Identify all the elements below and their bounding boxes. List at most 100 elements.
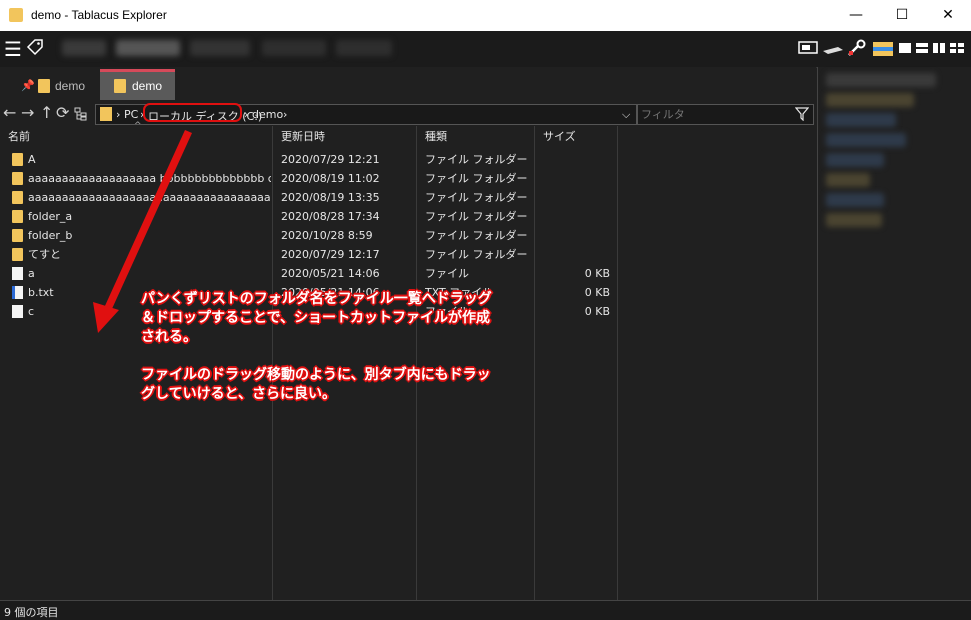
file-date: 2020/08/19 13:35	[281, 191, 380, 204]
forward-arrow-icon[interactable]: →	[21, 104, 34, 122]
blurred-menu-item[interactable]	[336, 40, 392, 56]
pen-icon[interactable]	[822, 39, 844, 57]
file-row[interactable]: aaaaaaaaaaaaaaaaaaaaaaaaaaaaaaaaaaaaaabb…	[0, 188, 620, 207]
breadcrumb-highlight-circle	[143, 103, 242, 122]
close-button[interactable]: ✕	[925, 0, 971, 31]
file-row[interactable]: A 2020/07/29 12:21 ファイル フォルダー	[0, 150, 620, 169]
maximize-button[interactable]: ☐	[879, 0, 925, 31]
tree-item[interactable]	[826, 213, 882, 227]
wrench-icon[interactable]	[846, 39, 868, 57]
file-type: ファイル フォルダー	[425, 153, 528, 166]
file-date: 2020/10/28 8:59	[281, 229, 373, 242]
back-arrow-icon[interactable]: ←	[3, 104, 16, 122]
column-header-type[interactable]: 種類	[417, 126, 535, 148]
file-type: ファイル	[425, 267, 469, 280]
tree-view-icon[interactable]	[74, 107, 88, 121]
tab-label: demo	[55, 79, 86, 93]
file-icon	[12, 305, 23, 318]
file-date: 2020/08/28 17:34	[281, 210, 380, 223]
sort-indicator-icon: ^	[134, 121, 142, 131]
status-text: 9 個の項目	[4, 606, 59, 619]
annotation-callout: パンくずリストのフォルダ名をファイル一覧へドラッグ＆ドロップすることで、ショート…	[141, 290, 501, 423]
tab-demo-active[interactable]: demo	[100, 69, 175, 100]
layout-horizontal-icon[interactable]	[915, 39, 929, 57]
display-icon[interactable]	[798, 39, 818, 57]
file-name: A	[28, 153, 36, 166]
file-name: folder_b	[28, 229, 73, 242]
up-arrow-icon[interactable]: ↑	[40, 104, 53, 122]
file-row[interactable]: folder_a 2020/08/28 17:34 ファイル フォルダー	[0, 207, 620, 226]
file-row[interactable]: aaaaaaaaaaaaaaaaaaa bbbbbbbbbbbbbbb c...…	[0, 169, 620, 188]
folder-icon	[12, 229, 23, 242]
menu-icon[interactable]: ☰	[4, 39, 22, 59]
folder-icon	[114, 79, 126, 93]
file-date: 2020/08/19 11:02	[281, 172, 380, 185]
file-type: ファイル フォルダー	[425, 172, 528, 185]
file-size: 0 KB	[584, 267, 610, 280]
file-date: 2020/05/21 14:06	[281, 267, 380, 280]
blurred-menu-item[interactable]	[190, 40, 250, 56]
folder-tree-pane	[817, 67, 971, 600]
file-row[interactable]: a 2020/05/21 14:06 ファイル 0 KB	[0, 264, 620, 283]
text-file-icon	[12, 286, 23, 299]
file-date: 2020/07/29 12:17	[281, 248, 380, 261]
tree-item[interactable]	[826, 193, 884, 207]
layout-vertical-icon[interactable]	[932, 39, 946, 57]
folder-icon	[12, 172, 23, 185]
folder-icon	[12, 210, 23, 223]
window-title: demo - Tablacus Explorer	[31, 8, 167, 22]
address-dropdown-icon[interactable]: ⌵	[622, 108, 630, 122]
annotation-line-2: ファイルのドラッグ移動のように、別タブ内にもドラッグしていけると、さらに良い。	[141, 367, 491, 402]
breadcrumb-pc[interactable]: PC	[124, 108, 138, 121]
refresh-icon[interactable]: ⟳	[56, 104, 69, 122]
blurred-menu-item[interactable]	[62, 40, 106, 56]
folder-icon	[38, 79, 50, 93]
tab-bar: 📌 demo demo	[0, 67, 816, 101]
explorer-folder-icon[interactable]	[872, 39, 894, 57]
file-row[interactable]: folder_b 2020/10/28 8:59 ファイル フォルダー	[0, 226, 620, 245]
file-name: a	[28, 267, 35, 280]
breadcrumb-demo[interactable]: demo	[252, 108, 283, 121]
tree-item[interactable]	[826, 73, 936, 87]
file-icon	[12, 267, 23, 280]
breadcrumb-separator: ›	[283, 108, 288, 121]
column-header-size[interactable]: サイズ	[535, 126, 618, 148]
pin-icon: 📌	[21, 80, 35, 92]
breadcrumb-separator: ›	[116, 108, 121, 121]
filter-icon[interactable]	[795, 107, 809, 121]
address-row: ← → ↑ ⟳ › PC › ローカル ディスク (C:) › demo › ⌵	[0, 101, 816, 126]
file-type: ファイル フォルダー	[425, 191, 528, 204]
file-type: ファイル フォルダー	[425, 229, 528, 242]
tab-label: demo	[132, 79, 163, 93]
tree-item[interactable]	[826, 93, 914, 107]
tab-demo-pinned[interactable]: 📌 demo	[18, 72, 98, 100]
column-header-date[interactable]: 更新日時	[273, 126, 417, 148]
file-name: folder_a	[28, 210, 73, 223]
file-size: 0 KB	[584, 305, 610, 318]
file-size: 0 KB	[584, 286, 610, 299]
tree-item[interactable]	[826, 113, 896, 127]
blurred-menu-item[interactable]	[116, 40, 180, 56]
folder-icon	[12, 191, 23, 204]
tree-item[interactable]	[826, 153, 884, 167]
file-date: 2020/07/29 12:21	[281, 153, 380, 166]
layout-grid-icon[interactable]	[949, 39, 965, 57]
filter-input[interactable]	[638, 105, 794, 124]
tree-item[interactable]	[826, 133, 906, 147]
tag-icon[interactable]	[26, 38, 44, 56]
minimize-button[interactable]: —	[833, 0, 879, 31]
layout-single-icon[interactable]	[898, 39, 912, 57]
file-type: ファイル フォルダー	[425, 248, 528, 261]
status-bar: 9 個の項目	[0, 600, 971, 620]
file-name: aaaaaaaaaaaaaaaaaaaaaaaaaaaaaaaaaaaaaabb…	[28, 191, 271, 204]
folder-icon	[100, 107, 112, 121]
app-folder-icon	[9, 8, 23, 22]
file-row[interactable]: てすと 2020/07/29 12:17 ファイル フォルダー	[0, 245, 620, 264]
file-name: aaaaaaaaaaaaaaaaaaa bbbbbbbbbbbbbbb c...	[28, 172, 271, 185]
toolbar: ☰	[0, 31, 971, 68]
file-type: ファイル フォルダー	[425, 210, 528, 223]
tree-item[interactable]	[826, 173, 870, 187]
file-name: てすと	[28, 248, 61, 261]
blurred-menu-item[interactable]	[262, 40, 326, 56]
breadcrumb-separator: ›	[244, 108, 249, 121]
